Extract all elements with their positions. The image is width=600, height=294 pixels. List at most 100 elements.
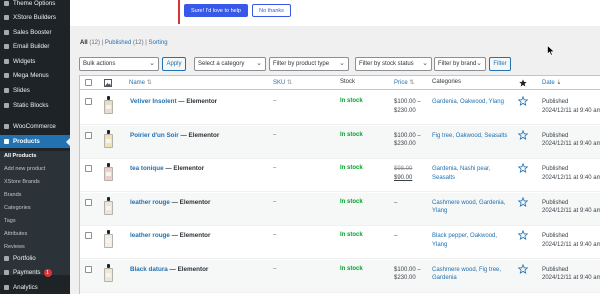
help-yes-button[interactable]: Sure! I'd love to help (184, 4, 248, 17)
price-line-2: $230.00 (394, 275, 416, 281)
sidebar-item-woocommerce[interactable]: WooCommerce (0, 120, 70, 133)
sidebar-item-label: Email Builder (13, 43, 50, 50)
apply-button[interactable]: Apply (162, 57, 186, 71)
sidebar-item-label: WooCommerce (13, 123, 56, 130)
product-name-suffix: — Elementor (180, 131, 220, 139)
product-name-link[interactable]: Black datura (130, 266, 168, 273)
featured-star-icon[interactable] (518, 96, 528, 106)
price-cell: $100.00 – $230.00 (394, 98, 421, 115)
widgets-icon (4, 59, 9, 64)
date-cell: Published 2024/12/11 at 9:40 am (542, 199, 600, 216)
table-row[interactable]: Black datura — Elementor – In stock $100.00… (80, 259, 600, 293)
view-published-count: (12) (132, 40, 144, 46)
submenu-all-products[interactable]: All Products (4, 153, 36, 159)
submenu-tags[interactable]: Tags (4, 218, 16, 224)
sidebar-item-theme-options[interactable]: Theme Options (0, 0, 70, 10)
bottle-label (106, 172, 111, 176)
product-name-cell: Vetiver Insolent — Elementor (130, 98, 217, 105)
submenu-categories[interactable]: Categories (4, 205, 31, 211)
filter-button[interactable]: Filter (489, 57, 511, 71)
submenu-reviews[interactable]: Reviews (4, 244, 25, 250)
table-row[interactable]: Vetiver Insolent — Elementor – In stock $10… (80, 92, 600, 125)
stock-status-filter-select[interactable]: Filter by stock status (355, 57, 432, 71)
product-categories[interactable]: Gardenia, Nashi pear, Seasalts (432, 165, 508, 182)
view-sorting[interactable]: Sorting (149, 40, 168, 46)
bottle-cap (107, 196, 110, 201)
table-row[interactable]: leather rouge — Elementor – In stock – Cashm… (80, 192, 600, 226)
featured-star-icon[interactable] (518, 163, 528, 173)
column-price[interactable]: Price ⇅ (394, 79, 414, 86)
sidebar-item-xstore-builders[interactable]: XStore Builders (0, 11, 70, 24)
sidebar-item-label: Static Blocks (13, 102, 49, 109)
submenu-xstore-brands[interactable]: XStore Brands (4, 179, 40, 185)
sidebar-item-slides[interactable]: Slides (0, 84, 70, 97)
product-name-cell: leather rouge — Elementor (130, 199, 210, 206)
view-all[interactable]: All (12) (80, 40, 100, 46)
product-type-filter-select[interactable]: Filter by product type (269, 57, 349, 71)
featured-star-icon[interactable] (518, 129, 528, 140)
admin-notice: Sure! I'd love to help No thanks (70, 0, 600, 26)
status-views: All (12) | Published (12) | Sorting (80, 40, 168, 46)
table-row[interactable]: Poirier d'un Soir — Elementor – In stock $1… (80, 125, 600, 159)
table-header: Name ⇅ SKU ⇅ Stock Price ⇅ Categories Da… (80, 76, 600, 90)
sidebar-item-mega-menus[interactable]: Mega Menus (0, 69, 70, 82)
product-name-link[interactable]: tea tonique (130, 165, 164, 172)
product-thumbnail[interactable] (104, 129, 113, 148)
table-row[interactable]: tea tonique — Elementor – In stock $98.00 $9… (80, 159, 600, 192)
submenu-brands[interactable]: Brands (4, 192, 21, 198)
sort-down-icon: ⇣ (556, 80, 562, 86)
product-categories[interactable]: Cashmere wood, Fig tree, Gardenia (432, 266, 508, 283)
sidebar-item-products[interactable]: Products (0, 135, 70, 148)
column-name[interactable]: Name ⇅ (129, 79, 152, 86)
column-date[interactable]: Date ⇣ (542, 79, 561, 86)
product-thumbnail[interactable] (104, 263, 113, 282)
brand-filter-select[interactable]: Filter by brand (434, 57, 486, 71)
sidebar-item-portfolio[interactable]: Portfolio (0, 252, 70, 265)
sidebar-item-widgets[interactable]: Widgets (0, 55, 70, 68)
row-checkbox[interactable] (85, 98, 92, 105)
row-checkbox[interactable] (85, 232, 92, 239)
sidebar-item-payments[interactable]: Payments 1 (0, 266, 70, 279)
sidebar-item-sales-booster[interactable]: Sales Booster (0, 26, 70, 39)
featured-star-icon[interactable] (518, 230, 528, 240)
help-no-button[interactable]: No thanks (252, 4, 291, 17)
row-checkbox[interactable] (85, 265, 92, 273)
product-name-link[interactable]: Vetiver Insolent (130, 98, 177, 105)
product-categories[interactable]: Cashmere wood, Gardenia, Ylang (432, 199, 508, 216)
view-published[interactable]: Published (12) (105, 40, 144, 46)
product-name-cell: Poirier d'un Soir — Elementor (130, 132, 219, 139)
featured-star-icon[interactable] (518, 196, 528, 207)
product-thumbnail[interactable] (104, 230, 113, 248)
row-checkbox[interactable] (85, 198, 92, 206)
product-categories[interactable]: Fig tree, Oakwood, Seasalts (432, 132, 508, 141)
sku-value: – (273, 232, 277, 238)
row-checkbox[interactable] (85, 165, 92, 172)
submenu-add-new-product[interactable]: Add new product (4, 166, 45, 172)
submenu-attributes[interactable]: Attributes (4, 231, 27, 237)
featured-star-icon[interactable] (518, 263, 528, 274)
date-cell: Published 2024/12/11 at 9:40 am (542, 232, 600, 249)
sidebar-item-analytics[interactable]: Analytics (0, 281, 70, 294)
column-sku[interactable]: SKU ⇅ (273, 79, 292, 86)
product-name-link[interactable]: leather rouge (130, 199, 170, 206)
sort-arrows-icon: ⇅ (146, 80, 152, 86)
product-name-link[interactable]: leather rouge (130, 232, 170, 239)
publish-status: Published (542, 266, 569, 273)
table-row[interactable]: leather rouge — Elementor – In stock – Black… (80, 226, 600, 259)
product-thumbnail[interactable] (104, 163, 113, 181)
products-icon (4, 139, 9, 144)
product-thumbnail[interactable] (104, 196, 113, 215)
view-all-count: (12) (89, 40, 101, 46)
row-checkbox[interactable] (85, 131, 92, 139)
product-categories[interactable]: Gardenia, Oakwood, Ylang (432, 98, 508, 107)
price-line-1: $100.00 – (394, 99, 421, 105)
sidebar-item-email-builder[interactable]: Email Builder (0, 40, 70, 53)
bulk-actions-select[interactable]: Bulk actions (79, 57, 159, 71)
sidebar-item-static-blocks[interactable]: Static Blocks (0, 99, 70, 112)
date-cell: Published 2024/12/11 at 9:40 am (542, 165, 600, 182)
select-all-checkbox[interactable] (85, 79, 92, 86)
product-categories[interactable]: Black pepper, Oakwood, Ylang (432, 232, 508, 249)
category-filter-select[interactable]: Select a category (194, 57, 266, 71)
product-name-link[interactable]: Poirier d'un Soir (130, 132, 179, 139)
product-thumbnail[interactable] (104, 96, 113, 114)
